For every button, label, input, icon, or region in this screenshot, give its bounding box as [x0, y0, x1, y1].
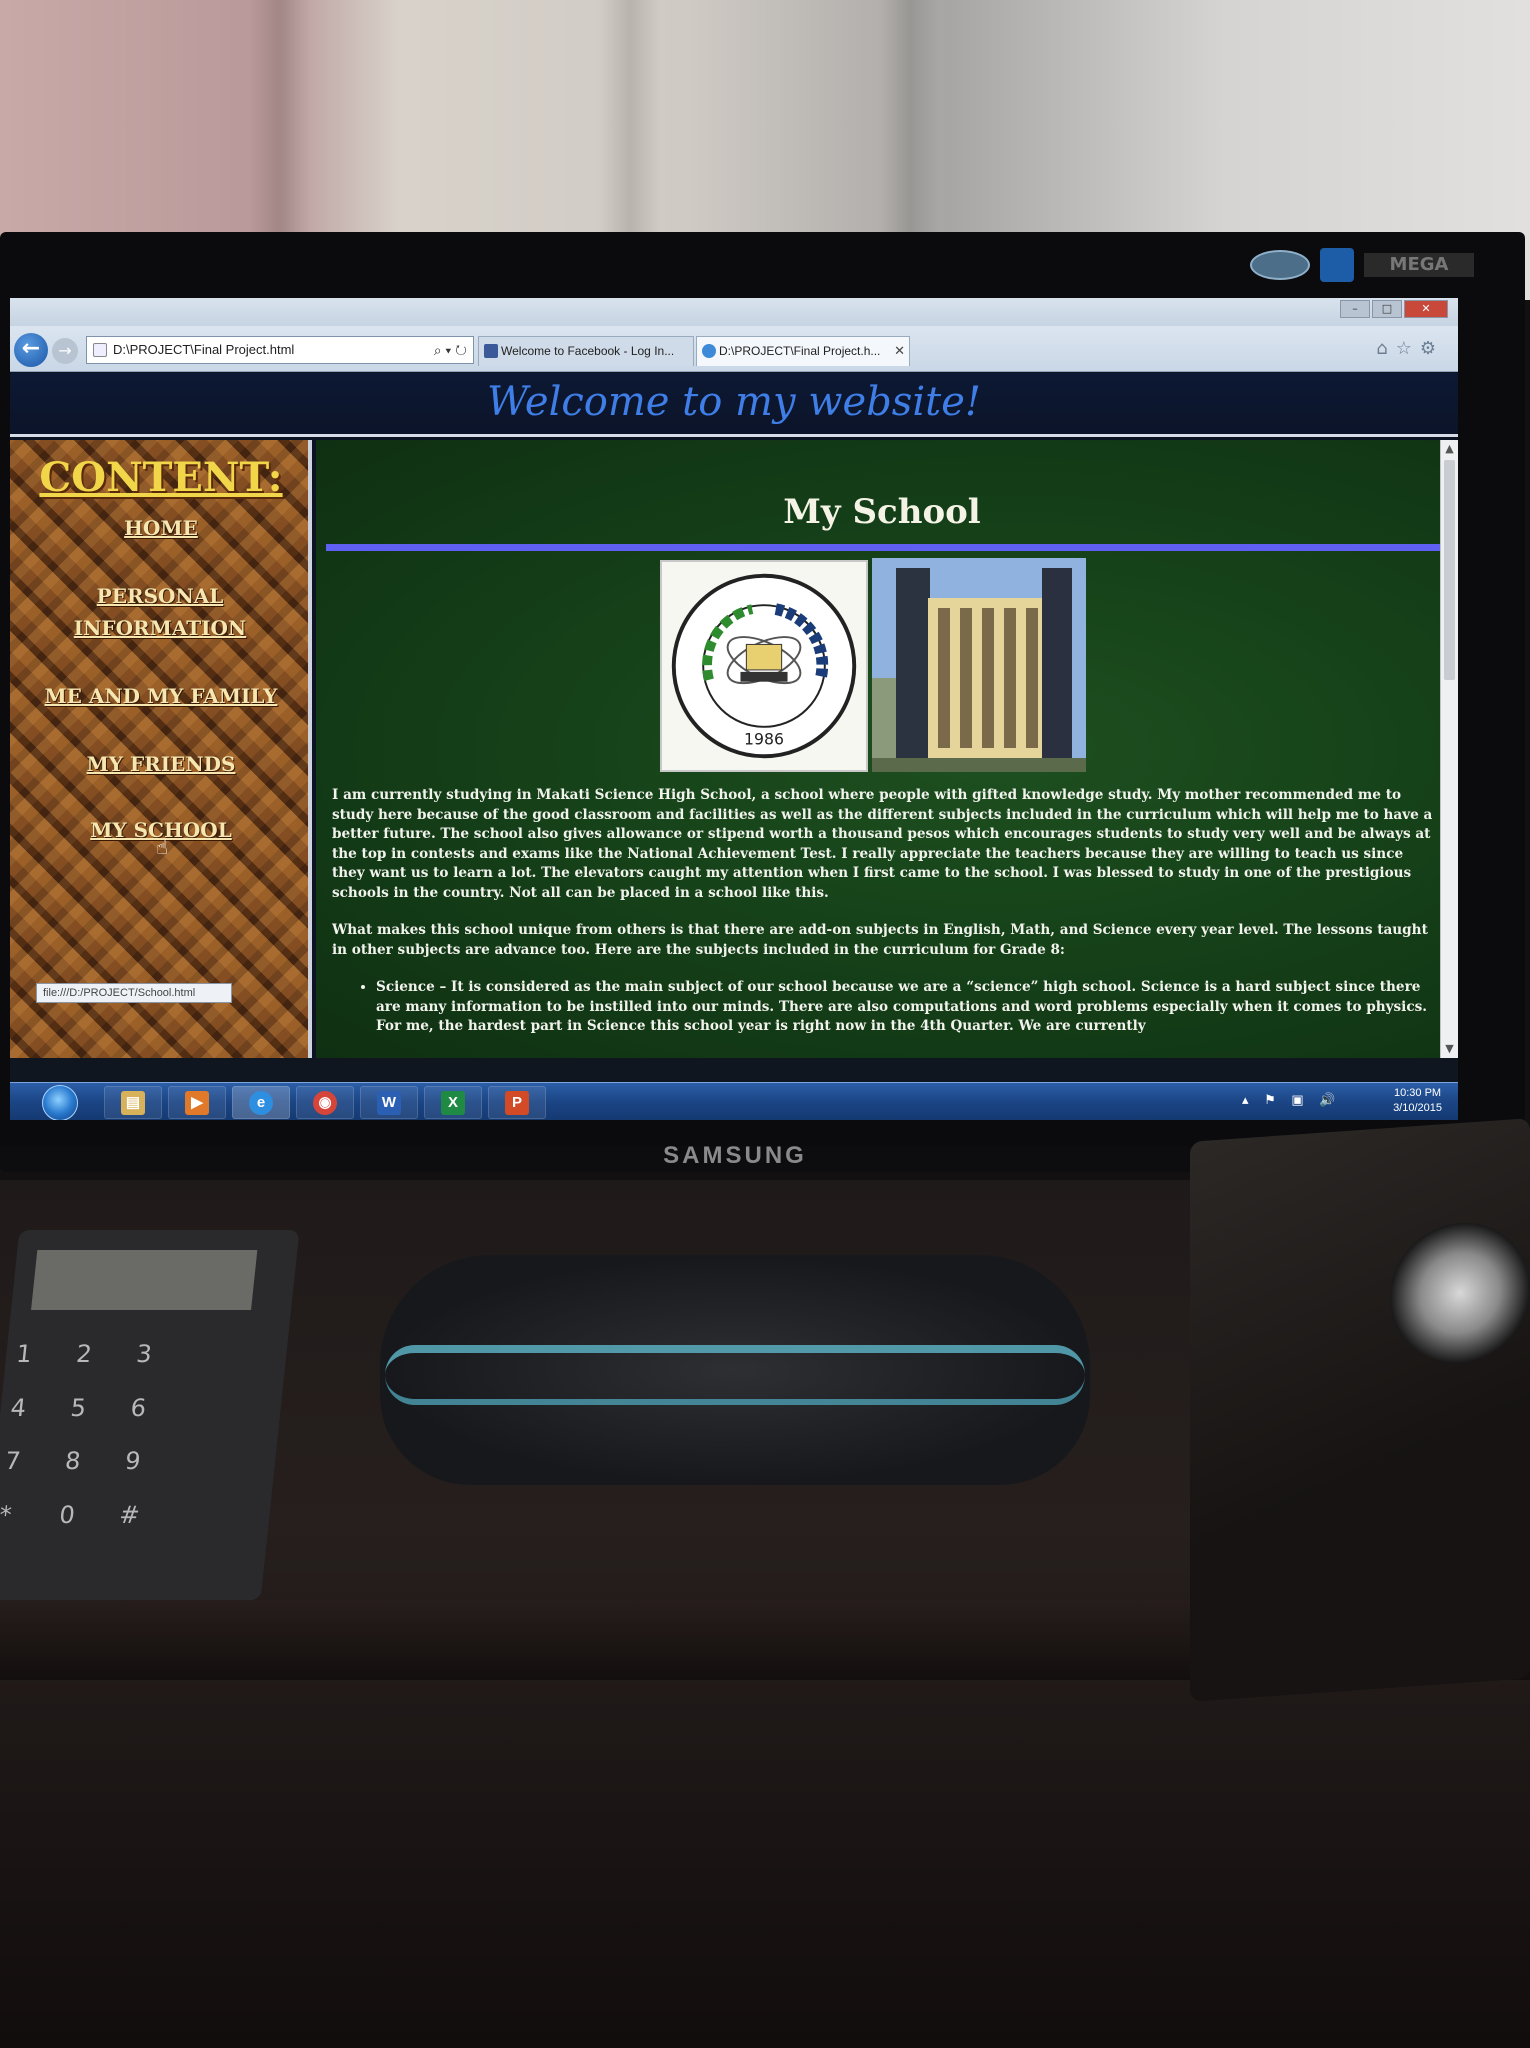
monitor-badges: MEGA — [1250, 245, 1480, 285]
hand-cursor-icon: ☝ — [156, 835, 169, 859]
browser-titlebar: – □ ✕ — [10, 298, 1458, 326]
phone-display — [31, 1250, 258, 1310]
browser-toolbar: ← → D:\PROJECT\Final Project.html ⌕ ▾ ↻ … — [10, 326, 1458, 372]
browser-tools-icons[interactable]: ⌂☆⚙ — [1376, 338, 1444, 359]
taskbar-app-powerpoint[interactable]: P — [488, 1086, 546, 1119]
badge-icon — [1250, 250, 1310, 280]
desk-phone: 123 456 789 * 0 # — [0, 1230, 300, 1600]
chrome-icon: ◉ — [313, 1090, 337, 1115]
energy-star-icon — [1320, 248, 1354, 282]
close-tab-icon[interactable]: ✕ — [894, 337, 905, 365]
scroll-up-icon[interactable]: ▲ — [1441, 440, 1458, 458]
nav-link-my-friends[interactable]: MY FRIENDS — [10, 748, 312, 780]
clock-time: 10:30 PM — [1393, 1087, 1442, 1099]
excel-icon: X — [441, 1090, 465, 1115]
taskbar-app-chrome[interactable]: ◉ — [296, 1086, 354, 1119]
status-bar-link-preview: file:///D:/PROJECT/School.html — [36, 983, 232, 1003]
tab-label: Welcome to Facebook - Log In... — [501, 344, 675, 358]
tray-icons[interactable]: ▴ ⚑ ▣ 🔊 — [1242, 1092, 1341, 1108]
back-button[interactable]: ← — [14, 333, 48, 367]
vertical-scrollbar[interactable]: ▲ ▼ — [1440, 440, 1458, 1058]
nav-link-personal-information[interactable]: PERSONAL INFORMATION — [60, 580, 260, 644]
clock-date: 3/10/2015 — [1393, 1102, 1442, 1114]
window-controls: – □ ✕ — [1340, 300, 1448, 318]
taskbar-app-internet-explorer[interactable]: e — [232, 1086, 290, 1119]
speaker-cone — [1390, 1218, 1530, 1368]
page-title: My School — [783, 492, 981, 532]
seal-year: 1986 — [744, 729, 784, 748]
monitor-brand: SAMSUNG — [663, 1142, 807, 1169]
subject-list: Science – It is considered as the main s… — [376, 978, 1436, 1037]
glasses-case-zipper — [385, 1345, 1085, 1405]
sidebar: CONTENT: HOME PERSONAL INFORMATION ME AN… — [10, 440, 312, 1058]
word-icon: W — [377, 1090, 401, 1115]
article-text: I am currently studying in Makati Scienc… — [332, 786, 1436, 1037]
school-building-image — [872, 558, 1086, 772]
start-button[interactable] — [42, 1085, 78, 1120]
speaker — [1190, 1118, 1530, 1702]
media-player-icon: ▶ — [185, 1090, 209, 1115]
clock[interactable]: 10:30 PM 3/10/2015 — [1393, 1086, 1442, 1116]
address-bar[interactable]: D:\PROJECT\Final Project.html ⌕ ▾ ↻ — [86, 336, 474, 364]
paragraph: I am currently studying in Makati Scienc… — [332, 787, 1433, 901]
title-divider — [326, 544, 1442, 551]
scroll-thumb[interactable] — [1444, 460, 1455, 680]
main-content: My School 1986 I am currently studying i… — [316, 440, 1448, 1058]
folder-icon: ▤ — [121, 1090, 145, 1115]
site-header: Welcome to my website! — [10, 373, 1458, 437]
screen: – □ ✕ ← → D:\PROJECT\Final Project.html … — [10, 298, 1458, 1120]
tab-facebook[interactable]: Welcome to Facebook - Log In... — [478, 336, 694, 366]
school-seal-image: 1986 — [660, 560, 868, 772]
forward-button[interactable]: → — [52, 338, 78, 364]
ie-page-icon — [702, 344, 716, 358]
facebook-icon — [484, 344, 498, 358]
site-title: Welcome to my website! — [487, 379, 981, 425]
list-item: Science – It is considered as the main s… — [376, 978, 1436, 1037]
nav-link-me-and-my-family[interactable]: ME AND MY FAMILY — [10, 680, 312, 712]
phone-keypad: 123 456 789 * 0 # — [0, 1340, 154, 1529]
taskbar: ▤ ▶ e ◉ W X P ▴ ⚑ ▣ 🔊 10:30 PM 3/10/2015 — [10, 1082, 1458, 1120]
sidebar-heading: CONTENT: — [39, 454, 283, 501]
tab-label: D:\PROJECT\Final Project.h... — [719, 344, 881, 358]
internet-explorer-icon: e — [249, 1090, 273, 1115]
nav-link-home[interactable]: HOME — [10, 512, 312, 544]
page-icon — [93, 343, 107, 357]
taskbar-app-explorer[interactable]: ▤ — [104, 1086, 162, 1119]
taskbar-app-media-player[interactable]: ▶ — [168, 1086, 226, 1119]
paragraph: What makes this school unique from other… — [332, 922, 1428, 958]
tab-final-project[interactable]: D:\PROJECT\Final Project.h... ✕ — [696, 336, 910, 366]
close-button[interactable]: ✕ — [1404, 300, 1448, 318]
taskbar-app-excel[interactable]: X — [424, 1086, 482, 1119]
mega-badge: MEGA — [1364, 253, 1474, 277]
system-tray: ▴ ⚑ ▣ 🔊 10:30 PM 3/10/2015 — [1242, 1086, 1442, 1118]
taskbar-app-word[interactable]: W — [360, 1086, 418, 1119]
address-url: D:\PROJECT\Final Project.html — [113, 342, 295, 357]
maximize-button[interactable]: □ — [1372, 300, 1402, 318]
powerpoint-icon: P — [505, 1090, 529, 1115]
scroll-down-icon[interactable]: ▼ — [1441, 1040, 1458, 1058]
minimize-button[interactable]: – — [1340, 300, 1370, 318]
web-page: Welcome to my website! CONTENT: HOME PER… — [10, 373, 1458, 1058]
search-refresh-icons[interactable]: ⌕ ▾ ↻ — [434, 337, 467, 363]
